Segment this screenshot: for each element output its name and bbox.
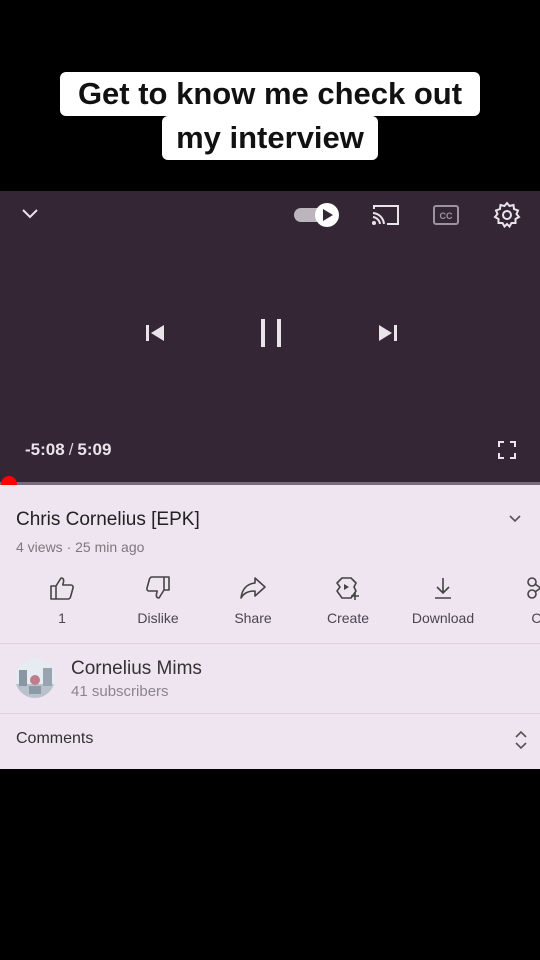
caption-overlay: Get to know me check out my interview (0, 72, 540, 160)
download-button[interactable]: Download (395, 574, 491, 626)
clip-label: Cl (531, 610, 540, 626)
subscriber-count: 41 subscribers (71, 683, 169, 700)
time-display: -5:08/5:09 (25, 440, 111, 460)
channel-name[interactable]: Cornelius Mims (71, 658, 202, 680)
minimize-chevron-icon[interactable] (20, 203, 40, 223)
create-icon (334, 574, 362, 607)
dislike-label: Dislike (137, 610, 179, 626)
time-remaining: -5:08 (25, 440, 65, 459)
divider (0, 643, 540, 644)
autoplay-toggle[interactable] (293, 202, 341, 228)
caption-line-2: my interview (162, 116, 378, 160)
pause-icon[interactable] (257, 316, 287, 350)
caption-line-1: Get to know me check out (60, 72, 480, 116)
download-label: Download (411, 610, 475, 626)
settings-gear-icon[interactable] (493, 201, 521, 229)
like-button[interactable]: 1 (14, 574, 110, 626)
svg-text:CC: CC (440, 211, 453, 221)
create-label: Create (326, 610, 370, 626)
next-icon[interactable] (376, 322, 400, 344)
video-meta[interactable]: 4 views · 25 min ago (16, 539, 144, 555)
share-icon (239, 575, 267, 606)
thumbs-up-icon (49, 575, 75, 606)
captions-icon[interactable]: CC (433, 205, 461, 225)
share-label: Share (234, 610, 272, 626)
chevron-down-icon[interactable] (505, 508, 525, 533)
expand-collapse-icon[interactable] (512, 728, 530, 757)
download-icon (431, 575, 455, 606)
dislike-button[interactable]: Dislike (110, 574, 206, 626)
clip-button[interactable]: Cl (490, 574, 540, 626)
share-button[interactable]: Share (205, 574, 301, 626)
like-count: 1 (58, 610, 66, 626)
time-total: 5:09 (77, 440, 112, 459)
time-separator: / (68, 440, 74, 459)
create-button[interactable]: Create (300, 574, 396, 626)
divider (0, 713, 540, 714)
video-title[interactable]: Chris Cornelius [EPK] (16, 509, 200, 531)
action-bar: 1 Dislike Share Create Download C (0, 574, 540, 630)
fullscreen-icon[interactable] (497, 440, 517, 460)
comments-header[interactable]: Comments (16, 730, 93, 748)
scissors-icon (525, 575, 540, 606)
channel-avatar[interactable] (15, 658, 55, 698)
cast-icon[interactable] (371, 203, 401, 227)
thumbs-down-icon (145, 575, 171, 606)
previous-icon[interactable] (143, 322, 167, 344)
